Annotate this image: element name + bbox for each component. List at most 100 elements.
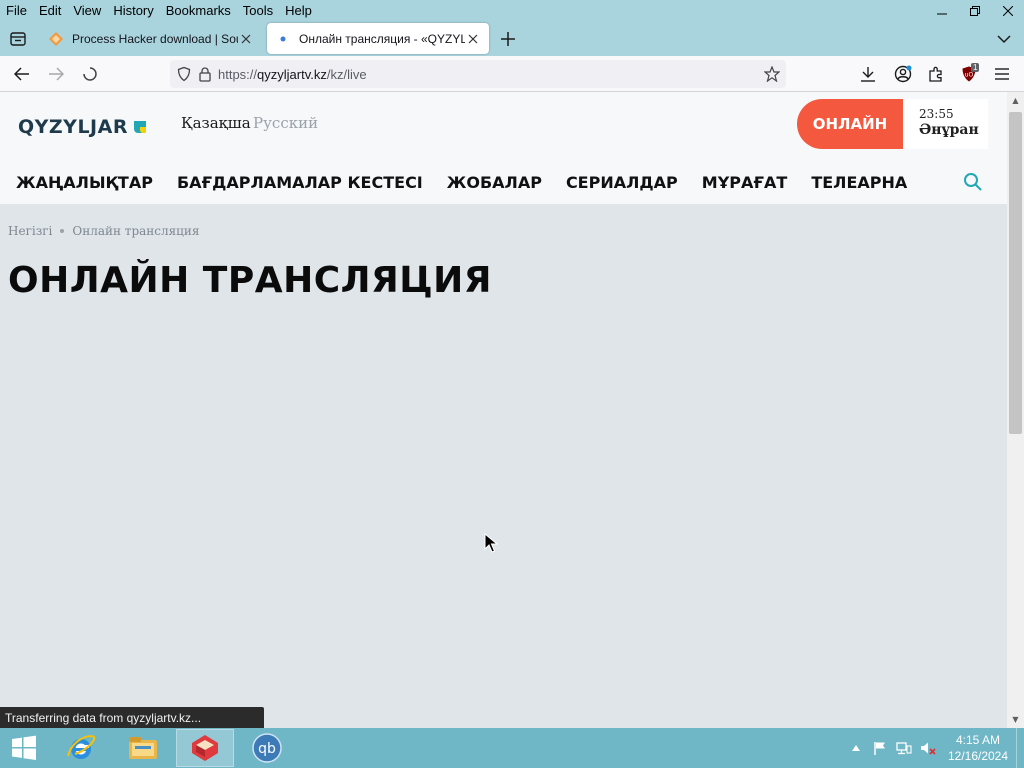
tab-bar: Process Hacker download | Sou Онлайн тра… xyxy=(0,21,1024,56)
nav-item-news[interactable]: ЖАҢАЛЫҚТАР xyxy=(16,173,153,192)
breadcrumb-home-link[interactable]: Негізгі xyxy=(8,224,52,238)
url-prefix: https:// xyxy=(218,66,258,82)
taskbar-clock[interactable]: 4:15 AM 12/16/2024 xyxy=(940,732,1016,764)
svg-text:qb: qb xyxy=(258,741,276,757)
now-playing-title: Әнұран xyxy=(919,122,979,138)
tab-process-hacker[interactable]: Process Hacker download | Sou xyxy=(40,23,262,54)
close-icon xyxy=(468,34,478,43)
clock-time: 4:15 AM xyxy=(955,733,1001,747)
scrollbar-thumb[interactable] xyxy=(1009,112,1022,434)
windows-logo-icon xyxy=(12,735,36,760)
page-scrollbar[interactable]: ▲ ▼ xyxy=(1007,92,1024,728)
forward-button[interactable] xyxy=(42,61,70,87)
online-live-button[interactable]: ОНЛАЙН xyxy=(797,99,903,149)
menu-help[interactable]: Help xyxy=(279,3,318,18)
page-title: ОНЛАЙН ТРАНСЛЯЦИЯ xyxy=(8,260,493,301)
mouse-cursor-icon xyxy=(484,533,498,553)
taskbar-qbittorrent[interactable]: qb xyxy=(238,729,296,767)
url-text[interactable]: https://qyzyljartv.kz/kz/live xyxy=(218,67,367,82)
lang-kazakh-link[interactable]: Қазақша xyxy=(181,114,251,132)
tab-title: Онлайн трансляция - «QYZYL xyxy=(299,31,465,46)
close-icon xyxy=(1002,5,1013,16)
menu-tools[interactable]: Tools xyxy=(237,3,279,18)
account-button[interactable] xyxy=(889,61,917,87)
breadcrumb-separator xyxy=(60,229,65,233)
address-bar[interactable]: https://qyzyljartv.kz/kz/live xyxy=(170,60,786,88)
restore-icon xyxy=(969,5,980,16)
status-panel: Transferring data from qyzyljartv.kz... xyxy=(0,707,264,728)
minimize-button[interactable] xyxy=(925,0,958,21)
loading-dot-icon xyxy=(280,36,286,41)
site-header: QYZYLJAR Қазақша Русский ОНЛАЙН 23:55 Ән… xyxy=(0,92,1007,204)
menu-bookmarks[interactable]: Bookmarks xyxy=(160,3,237,18)
nav-item-channel[interactable]: ТЕЛЕАРНА xyxy=(811,173,907,192)
taskbar-firefox[interactable] xyxy=(176,729,234,767)
new-tab-button[interactable] xyxy=(496,27,520,51)
close-icon xyxy=(241,34,251,43)
network-icon xyxy=(896,742,912,755)
search-icon xyxy=(964,173,982,191)
flag-icon xyxy=(874,742,885,755)
loading-throbber-icon xyxy=(83,67,97,81)
url-path: /kz/live xyxy=(326,66,367,82)
menu-bar: File Edit View History Bookmarks Tools H… xyxy=(0,0,1024,21)
main-navigation: ЖАҢАЛЫҚТАР БАҒДАРЛАМАЛАР КЕСТЕСІ ЖОБАЛАР… xyxy=(0,168,1007,196)
volume-control[interactable] xyxy=(916,736,940,760)
nav-item-projects[interactable]: ЖОБАЛАР xyxy=(447,173,542,192)
tab-close-button[interactable] xyxy=(238,31,254,47)
account-icon xyxy=(894,65,912,83)
tracking-protection-shield-icon[interactable] xyxy=(176,66,192,82)
tab-close-button[interactable] xyxy=(465,31,481,47)
lang-russian-link[interactable]: Русский xyxy=(253,114,318,132)
nav-item-archive[interactable]: МҰРАҒАТ xyxy=(702,173,788,192)
clock-date: 12/16/2024 xyxy=(947,749,1009,763)
firefox-view-icon xyxy=(10,32,26,46)
extensions-button[interactable] xyxy=(922,61,950,87)
download-icon xyxy=(861,67,875,82)
tab-online-translation[interactable]: Онлайн трансляция - «QYZYL xyxy=(267,23,489,54)
tab-title: Process Hacker download | Sou xyxy=(72,31,238,46)
site-logo[interactable]: QYZYLJAR xyxy=(18,116,148,138)
breadcrumb: Негізгі Онлайн трансляция xyxy=(8,224,199,238)
site-search-button[interactable] xyxy=(960,170,986,194)
ublock-origin-button[interactable]: uO 1 xyxy=(955,61,983,87)
speaker-muted-icon xyxy=(921,742,936,755)
taskbar-internet-explorer[interactable] xyxy=(52,729,110,767)
navigation-toolbar: https://qyzyljartv.kz/kz/live uO 1 xyxy=(0,56,1024,92)
show-hidden-icons-button[interactable] xyxy=(844,736,868,760)
internet-explorer-icon xyxy=(67,735,96,759)
chevron-up-icon xyxy=(852,745,860,751)
firefox-icon xyxy=(192,735,218,761)
menu-file[interactable]: File xyxy=(0,3,33,18)
menu-view[interactable]: View xyxy=(67,3,107,18)
folder-icon xyxy=(129,737,157,759)
app-menu-button[interactable] xyxy=(988,61,1016,87)
firefox-view-button[interactable] xyxy=(4,26,32,52)
nav-item-series[interactable]: СЕРИАЛДАР xyxy=(566,173,678,192)
scroll-up-arrow-icon[interactable]: ▲ xyxy=(1007,92,1024,109)
now-playing-info[interactable]: 23:55 Әнұран xyxy=(903,99,988,149)
action-center-flag[interactable] xyxy=(868,736,892,760)
scroll-down-arrow-icon[interactable]: ▼ xyxy=(1007,711,1024,728)
menu-history[interactable]: History xyxy=(107,3,159,18)
arrow-right-icon xyxy=(49,67,64,81)
system-tray: 4:15 AM 12/16/2024 xyxy=(844,728,1024,768)
qbittorrent-icon: qb xyxy=(252,733,282,763)
menu-edit[interactable]: Edit xyxy=(33,3,67,18)
restore-button[interactable] xyxy=(958,0,991,21)
list-all-tabs-button[interactable] xyxy=(992,27,1016,51)
logo-text: QYZYLJAR xyxy=(18,116,128,138)
nav-item-schedule[interactable]: БАҒДАРЛАМАЛАР КЕСТЕСІ xyxy=(177,173,423,192)
bookmark-star-icon[interactable] xyxy=(764,66,780,82)
svg-text:uO: uO xyxy=(965,72,974,79)
stop-loading-button[interactable] xyxy=(76,61,104,87)
back-button[interactable] xyxy=(8,61,36,87)
ublock-badge: 1 xyxy=(971,63,980,72)
network-status[interactable] xyxy=(892,736,916,760)
downloads-button[interactable] xyxy=(854,61,882,87)
close-window-button[interactable] xyxy=(991,0,1024,21)
show-desktop-button[interactable] xyxy=(1016,728,1024,768)
start-button[interactable] xyxy=(0,729,48,767)
lock-icon[interactable] xyxy=(198,66,212,82)
taskbar-file-explorer[interactable] xyxy=(114,729,172,767)
